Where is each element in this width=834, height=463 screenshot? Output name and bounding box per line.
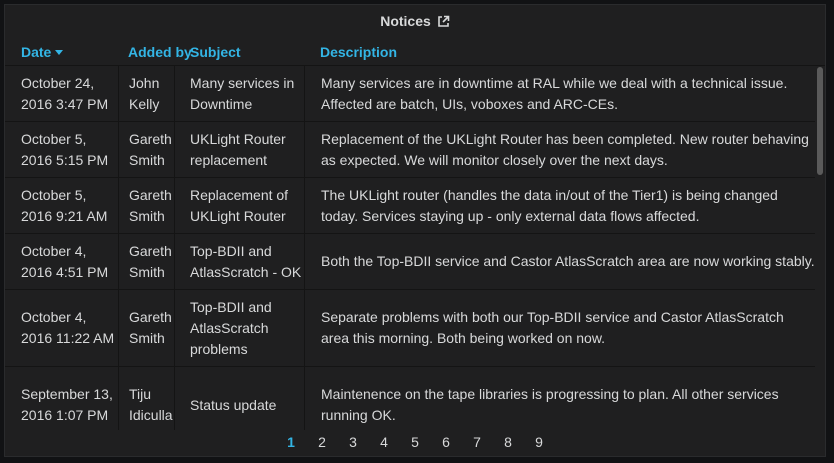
table-row: October 4, 2016 4:51 PM Gareth Smith Top… — [5, 234, 815, 290]
cell-description: Both the Top-BDII service and Castor Atl… — [304, 234, 815, 289]
cell-date: September 13, 2016 1:07 PM — [21, 386, 113, 423]
table-row: October 4, 2016 11:22 AM Gareth Smith To… — [5, 290, 815, 367]
cell-subject: Replacement of UKLight Router — [174, 178, 304, 233]
cell-added-by: Gareth Smith — [118, 290, 174, 366]
cell-added-by: John Kelly — [118, 66, 174, 121]
page-link-7[interactable]: 7 — [462, 434, 493, 450]
column-header-date-label: Date — [21, 44, 52, 60]
column-header-added-by[interactable]: Added by — [128, 44, 192, 60]
cell-subject: Status update — [174, 367, 304, 430]
cell-date: October 5, 2016 9:21 AM — [21, 186, 108, 224]
page-link-3[interactable]: 3 — [338, 434, 369, 450]
cell-description: Separate problems with both our Top-BDII… — [304, 290, 815, 366]
page-link-9[interactable]: 9 — [524, 434, 555, 450]
column-header-date[interactable]: Date — [21, 44, 64, 60]
page-link-8[interactable]: 8 — [493, 434, 524, 450]
notices-panel: Notices Date Added by Subject Descriptio… — [4, 4, 826, 457]
panel-header: Notices — [5, 13, 825, 31]
column-header-subject[interactable]: Subject — [190, 44, 241, 60]
panel-title[interactable]: Notices — [380, 13, 431, 29]
cell-description: The UKLight router (handles the data in/… — [304, 178, 815, 233]
page-link-1[interactable]: 1 — [276, 434, 307, 450]
table-row: October 24, 2016 3:47 PM John Kelly Many… — [5, 66, 815, 122]
page-link-5[interactable]: 5 — [400, 434, 431, 450]
cell-date: October 5, 2016 5:15 PM — [21, 130, 109, 168]
page-link-6[interactable]: 6 — [431, 434, 462, 450]
cell-description: Maintenence on the tape libraries is pro… — [304, 367, 815, 430]
page-link-4[interactable]: 4 — [369, 434, 400, 450]
cell-added-by: Gareth Smith — [118, 234, 174, 289]
table-row: October 5, 2016 9:21 AM Gareth Smith Rep… — [5, 178, 815, 234]
table-row: September 13, 2016 1:07 PM Tiju Idiculla… — [5, 367, 815, 430]
cell-date: October 4, 2016 4:51 PM — [21, 242, 109, 280]
cell-added-by: Tiju Idiculla — [118, 367, 174, 430]
column-header-description[interactable]: Description — [320, 44, 397, 60]
cell-subject: UKLight Router replacement — [174, 122, 304, 177]
cell-date: October 4, 2016 11:22 AM — [21, 309, 115, 346]
cell-subject: Top-BDII and AtlasScratch problems — [174, 290, 304, 366]
vertical-scrollbar-thumb[interactable] — [817, 67, 823, 175]
sort-descending-icon — [55, 50, 64, 55]
table-body: October 24, 2016 3:47 PM John Kelly Many… — [5, 66, 825, 430]
cell-description: Many services are in downtime at RAL whi… — [304, 66, 815, 121]
table-header: Date Added by Subject Description — [5, 41, 825, 66]
page-link-2[interactable]: 2 — [307, 434, 338, 450]
cell-subject: Many services in Downtime — [174, 66, 304, 121]
external-link-icon[interactable] — [437, 15, 450, 31]
cell-subject: Top-BDII and AtlasScratch - OK — [174, 234, 304, 289]
cell-description: Replacement of the UKLight Router has be… — [304, 122, 815, 177]
cell-added-by: Gareth Smith — [118, 122, 174, 177]
cell-added-by: Gareth Smith — [118, 178, 174, 233]
table-row: October 5, 2016 5:15 PM Gareth Smith UKL… — [5, 122, 815, 178]
cell-date: October 24, 2016 3:47 PM — [21, 74, 109, 112]
pagination: 123456789 — [5, 434, 825, 454]
